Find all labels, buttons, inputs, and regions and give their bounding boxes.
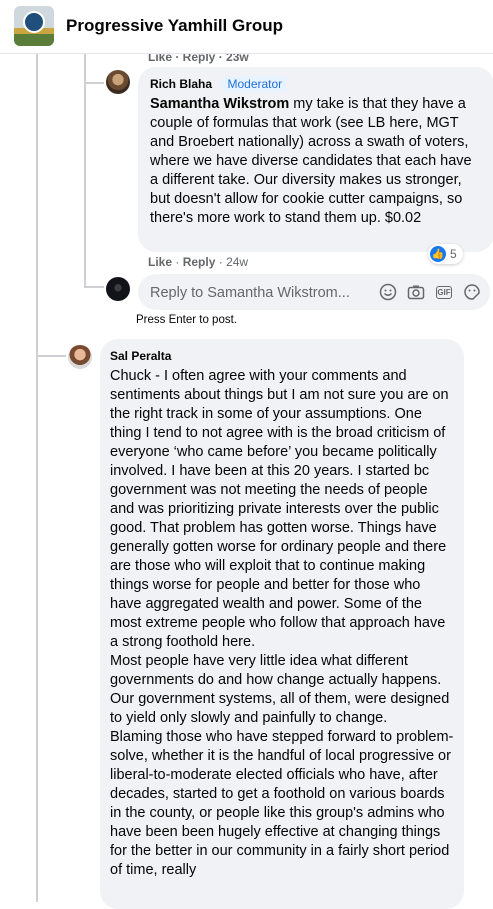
reply-box[interactable]: GIF bbox=[138, 274, 490, 312]
avatar[interactable] bbox=[68, 345, 92, 369]
comment-author[interactable]: Rich Blaha bbox=[150, 77, 212, 91]
comment-paragraph: Chuck - I often agree with your comments… bbox=[110, 368, 449, 650]
group-title[interactable]: Progressive Yamhill Group bbox=[66, 16, 283, 36]
enter-hint: Press Enter to post. bbox=[136, 314, 237, 326]
group-header: Progressive Yamhill Group bbox=[0, 0, 493, 54]
gif-icon[interactable]: GIF bbox=[436, 286, 452, 299]
group-logo-icon bbox=[23, 11, 45, 33]
comment-bubble: Rich Blaha Moderator Samantha Wikstrom m… bbox=[138, 67, 493, 252]
sticker-icon[interactable] bbox=[462, 282, 482, 302]
group-avatar[interactable] bbox=[14, 6, 54, 46]
reply-input[interactable] bbox=[148, 274, 362, 312]
comment-actions: Like · Reply · 24w bbox=[148, 255, 249, 269]
camera-icon[interactable] bbox=[406, 282, 426, 302]
current-user-avatar bbox=[106, 277, 130, 301]
comment-bubble: Sal Peralta Chuck - I often agree with y… bbox=[100, 339, 464, 909]
emoji-icon[interactable] bbox=[378, 282, 398, 302]
comment-paragraph: Blaming those who have stepped forward t… bbox=[110, 729, 454, 878]
comment-text: Samantha Wikstrom my take is that they h… bbox=[150, 95, 482, 228]
avatar[interactable] bbox=[106, 70, 130, 94]
mention-link[interactable]: Samantha Wikstrom bbox=[150, 96, 289, 112]
comment-time[interactable]: 24w bbox=[226, 255, 248, 269]
thread-line bbox=[36, 355, 66, 357]
thread-line bbox=[36, 54, 38, 902]
thread-line bbox=[84, 54, 86, 287]
like-button[interactable]: Like bbox=[148, 255, 172, 269]
moderator-badge: Moderator bbox=[222, 76, 288, 92]
reaction-summary[interactable]: 👍 5 bbox=[428, 244, 463, 264]
reaction-count: 5 bbox=[450, 247, 457, 261]
comment-author[interactable]: Sal Peralta bbox=[110, 349, 171, 363]
comment-paragraph: Most people have very little idea what d… bbox=[110, 653, 450, 726]
comment-body: my take is that they have a couple of fo… bbox=[150, 96, 472, 226]
reply-button[interactable]: Reply bbox=[183, 255, 216, 269]
thread-line bbox=[84, 286, 104, 288]
thread-line bbox=[84, 82, 104, 84]
like-reaction-icon: 👍 bbox=[430, 246, 446, 262]
